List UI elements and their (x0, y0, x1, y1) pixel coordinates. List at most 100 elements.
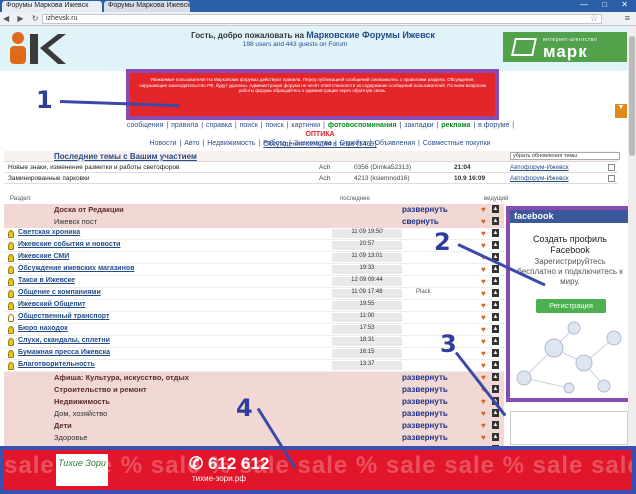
forum-name[interactable]: Афиша: Культура, искусство, отдых (54, 373, 189, 382)
forum-name[interactable]: Благотворительность (18, 361, 95, 368)
nav-link-hot[interactable]: ОПТИКА (305, 131, 334, 138)
move-up-icon[interactable]: ▲ (492, 337, 499, 345)
star-icon[interactable]: ☆ (590, 13, 598, 24)
move-up-icon[interactable]: ▲ (492, 217, 499, 225)
forum-category-row[interactable]: Ижевск пост свернуть ♥ ▲ (4, 216, 504, 228)
nav-link[interactable]: Авто (184, 140, 199, 147)
favorite-heart-icon[interactable]: ♥ (481, 373, 486, 382)
move-up-icon[interactable]: ▲ (492, 349, 499, 357)
site-logo[interactable] (6, 30, 70, 66)
forum-subforum-row[interactable]: Бюро находок 17:53 ♥ ▲ (4, 324, 504, 336)
move-up-icon[interactable]: ▲ (492, 241, 499, 249)
topic-checkbox[interactable] (608, 175, 615, 182)
facebook-register-button[interactable]: Регистрация (536, 299, 606, 313)
sale-ad-banner[interactable]: sale sale % sale % sale sale % sale sale… (4, 450, 632, 490)
favorite-heart-icon[interactable]: ♥ (481, 349, 486, 358)
expand-toggle[interactable]: свернуть (402, 217, 439, 226)
menu-icon[interactable]: ≡ (625, 13, 630, 23)
forum-name[interactable]: Общественный транспорт (18, 313, 109, 320)
topic-forum[interactable]: Автофорум-Ижевск (510, 163, 610, 172)
forum-subforum-row[interactable]: Общение с компаниями 11 09 17:48 Plack ♥ ▲ (4, 288, 504, 300)
favorite-heart-icon[interactable]: ♥ (481, 337, 486, 346)
browser-tab-2[interactable]: Форумы Маркова Ижевск (104, 1, 190, 12)
forum-name[interactable]: Ижевские события и новости (18, 241, 120, 248)
forum-subforum-row[interactable]: Слухи, скандалы, сплетни 18:31 ♥ ▲ (4, 336, 504, 348)
favorite-heart-icon[interactable]: ♥ (481, 313, 486, 322)
move-up-icon[interactable]: ▲ (492, 361, 499, 369)
move-up-icon[interactable]: ▲ (492, 229, 499, 237)
expand-toggle[interactable]: развернуть (402, 433, 448, 442)
move-up-icon[interactable]: ▲ (492, 289, 499, 297)
favorite-heart-icon[interactable]: ♥ (481, 289, 486, 298)
forum-name[interactable]: Ижевские СМИ (18, 253, 69, 260)
forum-name[interactable]: Ижевский Общепит (18, 301, 85, 308)
move-up-icon[interactable]: ▲ (492, 325, 499, 333)
latest-topic-row[interactable]: Новые знаки, изменение разметки и работы… (4, 163, 618, 173)
move-up-icon[interactable]: ▲ (492, 301, 499, 309)
forum-category-row[interactable]: Здоровье развернуть ♥ ▲ (4, 432, 504, 444)
expand-toggle[interactable]: развернуть (402, 409, 448, 418)
forum-name[interactable]: Общение с компаниями (18, 289, 101, 296)
nav-link[interactable]: поиск (266, 122, 284, 129)
forum-category-row[interactable]: Недвижимостьразвернуть♥▲ (4, 396, 504, 408)
favorite-heart-icon[interactable]: ♥ (481, 361, 486, 370)
favorite-heart-icon[interactable]: ♥ (481, 205, 486, 214)
move-up-icon[interactable]: ▲ (492, 277, 499, 285)
nav-link[interactable]: картинки (291, 122, 320, 129)
forum-name[interactable]: Дети (54, 421, 72, 430)
forum-subforum-row[interactable]: Бумажная пресса Ижевска 16:15 ♥ ▲ (4, 348, 504, 360)
move-up-icon[interactable]: ▲ (492, 313, 499, 321)
favorite-heart-icon[interactable]: ♥ (481, 277, 486, 286)
move-up-icon[interactable]: ▲ (492, 409, 499, 417)
move-up-icon[interactable]: ▲ (492, 373, 499, 381)
latest-topic-row[interactable]: Заминированные парковки Ach 4213 (ksiemn… (4, 174, 618, 184)
forum-name[interactable]: Бумажная пресса Ижевска (18, 349, 110, 356)
topic-forum[interactable]: Автофорум-Ижевск (510, 174, 610, 183)
mark-ad-banner[interactable]: интернет-агентство марк (503, 32, 627, 62)
expand-toggle[interactable]: развернуть (402, 385, 448, 394)
topic-title[interactable]: Заминированные парковки (8, 174, 308, 183)
page-scrollbar[interactable] (628, 26, 636, 446)
forum-name[interactable]: Строительство и ремонт (54, 385, 147, 394)
back-forward-icon[interactable]: ◀ ▶ ↻ (3, 14, 41, 23)
forum-name[interactable]: Недвижимость (54, 397, 110, 406)
nav-link[interactable]: сообщения (127, 122, 164, 129)
forum-subforum-row[interactable]: Такси в Ижевске 12 09 09:44 ♥ ▲ (4, 276, 504, 288)
move-up-icon[interactable]: ▲ (492, 205, 499, 213)
browser-tab-1[interactable]: Форумы Маркова Ижевск (2, 1, 102, 12)
nav-link[interactable]: правила (171, 122, 198, 129)
move-up-icon[interactable]: ▲ (492, 421, 499, 429)
last-post-author[interactable]: Plack (416, 289, 431, 295)
favorite-heart-icon[interactable]: ♥ (481, 301, 486, 310)
expand-toggle[interactable]: развернуть (402, 205, 448, 214)
nav-link[interactable]: реклама (441, 122, 470, 129)
forum-name[interactable]: Доска от Редакции (54, 205, 124, 214)
facebook-brand[interactable]: facebook (510, 210, 628, 223)
scrollbar-thumb[interactable] (629, 36, 635, 156)
nav-link[interactable]: Совместные покупки (423, 140, 491, 147)
side-arrow-button[interactable]: ▼ (615, 104, 627, 118)
topic-title[interactable]: Новые знаки, изменение разметки и работы… (8, 163, 308, 172)
nav-link[interactable]: закладки (404, 122, 433, 129)
forum-name[interactable]: Обсуждение ижевских магазинов (18, 265, 134, 272)
forum-name[interactable]: Ижевск пост (54, 217, 97, 226)
forum-category-row[interactable]: Строительство и ремонтразвернуть♥▲ (4, 384, 504, 396)
site-name[interactable]: Марковские Форумы Ижевск (306, 30, 435, 40)
forum-subforum-row[interactable]: Общественный транспорт 11:00 ♥ ▲ (4, 312, 504, 324)
expand-toggle[interactable]: развернуть (402, 373, 448, 382)
favorite-heart-icon[interactable]: ♥ (481, 433, 486, 442)
favorite-heart-icon[interactable]: ♥ (481, 397, 486, 406)
forum-subforum-row[interactable]: Ижевские события и новости 20:57 ♥ ▲ (4, 240, 504, 252)
move-up-icon[interactable]: ▲ (492, 265, 499, 273)
latest-topics-title[interactable]: Последние темы с Вашим участием (54, 152, 197, 161)
move-up-icon[interactable]: ▲ (492, 385, 499, 393)
window-controls[interactable]: — □ ✕ (580, 0, 634, 9)
forum-subforum-row[interactable]: Обсуждение ижевских магазинов 19:33 ♥ ▲ (4, 264, 504, 276)
forum-subforum-row[interactable]: Ижевский Общепит 19:55 ♥ ▲ (4, 300, 504, 312)
latest-topics-select[interactable]: убрать обновления темы (510, 152, 620, 160)
nav-link[interactable]: справка (206, 122, 232, 129)
nav-link[interactable]: Новости (149, 140, 176, 147)
favorite-heart-icon[interactable]: ♥ (481, 217, 486, 226)
forum-category-row[interactable]: Доска от Редакции развернуть ♥ ▲ (4, 204, 504, 216)
favorite-heart-icon[interactable]: ♥ (481, 325, 486, 334)
